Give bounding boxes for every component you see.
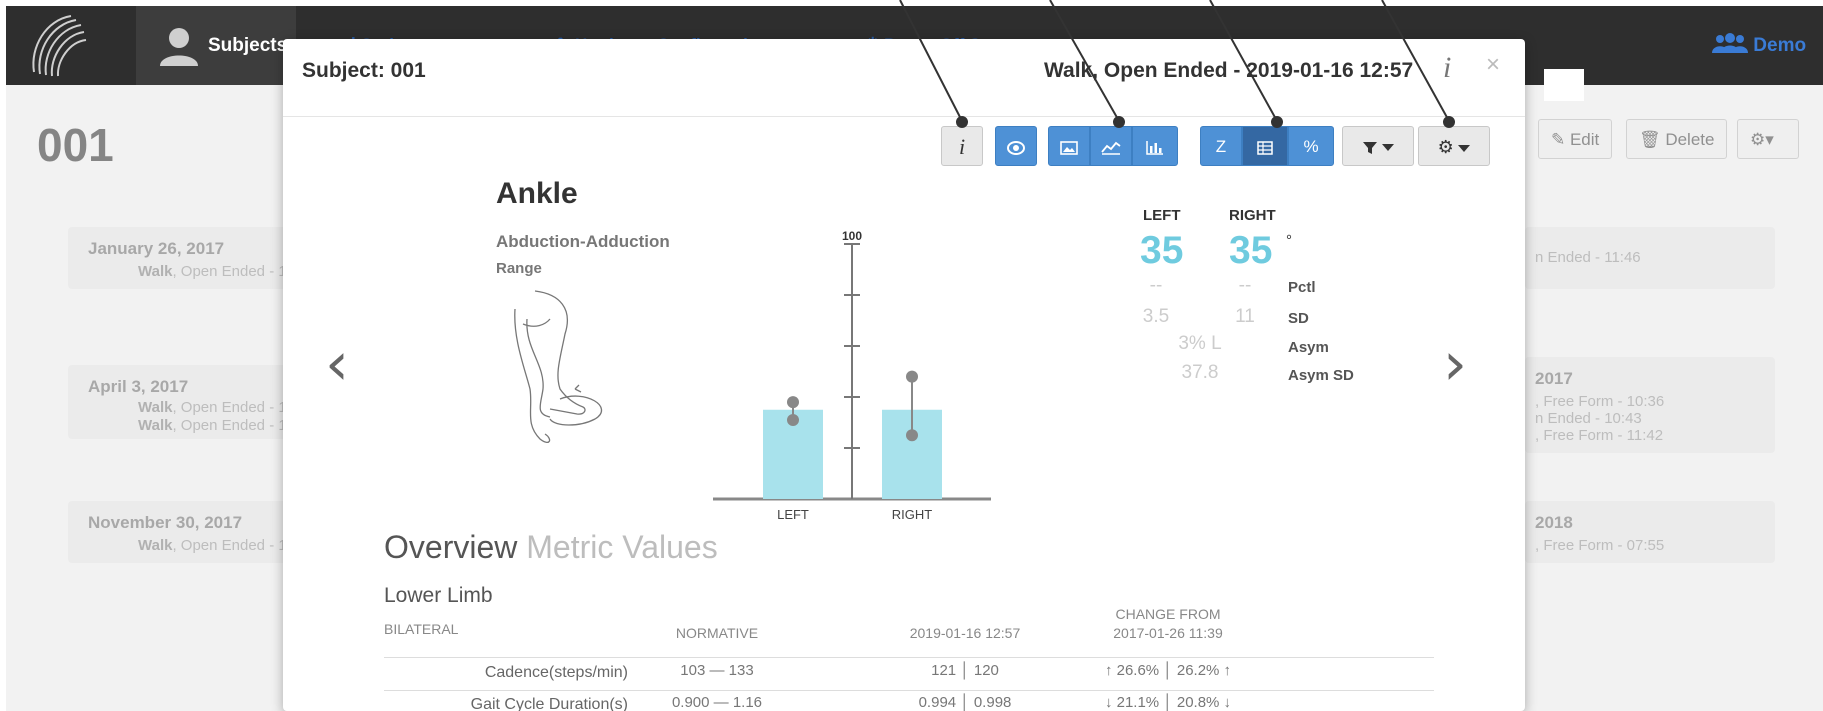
header-divider [283, 116, 1525, 117]
users-icon [1712, 33, 1748, 53]
pctl-label: Pctl [1288, 279, 1316, 296]
image-icon [1060, 140, 1078, 155]
view-button[interactable] [995, 126, 1037, 166]
modal-subject: Subject: 001 [302, 59, 426, 82]
table-divider [384, 690, 1434, 691]
nav-demo-user[interactable]: Demo [1712, 33, 1806, 57]
settings-dropdown[interactable]: ⚙ [1418, 126, 1490, 166]
line-chart-icon [1101, 141, 1121, 155]
stats-left-header: LEFT [1143, 207, 1181, 224]
metric-movement: Abduction-Adduction [496, 232, 670, 251]
table-icon [1257, 140, 1273, 155]
percent-label: % [1303, 137, 1319, 156]
sd-right: 11 [1235, 306, 1255, 327]
brand-logo [32, 15, 87, 77]
row-value: 121 │ 120 [931, 662, 999, 679]
previous-arrow-icon[interactable]: ‹ [325, 329, 349, 399]
eye-icon [1007, 140, 1025, 155]
overlay-square [1544, 69, 1584, 101]
asym-sd-value: 37.8 [1181, 362, 1219, 383]
row-change: ↓ 21.1% │ 20.8% ↓ [1104, 694, 1232, 711]
z-label: Z [1215, 137, 1227, 156]
section-title: Lower Limb [384, 584, 493, 607]
line-chart-button[interactable] [1090, 126, 1132, 166]
asym-value: 3% L [1178, 333, 1222, 354]
row-change: ↑ 26.6% │ 26.2% ↑ [1104, 662, 1232, 679]
overview-title-main: Overview [384, 529, 518, 565]
table-divider [384, 657, 1434, 658]
normative-range-high [787, 396, 799, 409]
nav-subjects[interactable]: Subjects [136, 6, 296, 85]
column-header-session: 2019-01-16 12:57 [909, 625, 1021, 641]
sd-label: SD [1288, 310, 1309, 327]
y-axis-top-label: 100 [842, 229, 862, 243]
image-view-button[interactable] [1048, 126, 1090, 166]
gear-icon: ⚙ [1437, 137, 1454, 157]
pctl-left: -- [1149, 275, 1163, 296]
metric-measure: Range [496, 260, 542, 277]
column-header-group: BILATERAL [384, 621, 459, 637]
row-normative: 0.900 — 1.16 [671, 694, 763, 711]
table-view-button[interactable] [1242, 126, 1288, 166]
column-header-change-1: CHANGE FROM [1115, 606, 1221, 622]
overview-title-sub: Metric Values [526, 529, 718, 565]
row-value: 0.994 │ 0.998 [918, 694, 1012, 711]
column-header-normative: NORMATIVE [675, 625, 759, 641]
row-metric-name: Gait Cycle Duration(s) [470, 696, 628, 711]
asym-sd-label: Asym SD [1288, 367, 1354, 384]
user-icon [160, 28, 198, 66]
x-axis-label: LEFT [777, 507, 809, 522]
info-icon[interactable]: i [1443, 51, 1451, 85]
right-value: 35 [1229, 229, 1273, 272]
filter-icon [1362, 141, 1377, 154]
chevron-down-icon [1458, 144, 1471, 152]
close-button[interactable]: × [1486, 51, 1500, 79]
x-axis-label: RIGHT [892, 507, 933, 522]
normative-range-low [787, 413, 799, 426]
percent-button[interactable]: % [1288, 126, 1334, 166]
metric-title: Ankle [496, 177, 578, 210]
stats-right-header: RIGHT [1229, 207, 1276, 224]
metric-modal: Subject: 001 Walk, Open Ended - 2019-01-… [283, 39, 1525, 711]
info-icon: i [958, 134, 966, 159]
row-metric-name: Cadence(steps/min) [484, 664, 628, 681]
range-bar-chart: 100 LEFT RIGHT [713, 229, 991, 522]
asym-label: Asym [1288, 339, 1329, 356]
modal-session-title: Walk, Open Ended - 2019-01-16 12:57 [1044, 59, 1414, 82]
left-value: 35 [1140, 229, 1184, 272]
unit-label: ° [1286, 232, 1292, 249]
nav-demo-label: Demo [1753, 35, 1807, 56]
column-header-change-2: 2017-01-26 11:39 [1113, 625, 1223, 641]
filter-dropdown[interactable] [1342, 126, 1414, 166]
next-arrow-icon[interactable]: › [1443, 329, 1467, 399]
nav-subjects-label: Subjects [208, 35, 288, 56]
sd-left: 3.5 [1142, 306, 1170, 327]
row-normative: 103 — 133 [680, 662, 754, 679]
overview-title: Overview Metric Values [384, 529, 718, 566]
bar-chart-button[interactable] [1132, 126, 1178, 166]
info-button[interactable]: i [941, 126, 983, 166]
pctl-right: -- [1238, 275, 1252, 296]
z-score-button[interactable]: Z [1200, 126, 1242, 166]
ankle-illustration [514, 290, 603, 443]
normative-range-high [906, 370, 918, 383]
normative-range-low [906, 429, 918, 442]
chevron-down-icon [1382, 143, 1395, 151]
bar-chart-icon [1146, 140, 1163, 155]
